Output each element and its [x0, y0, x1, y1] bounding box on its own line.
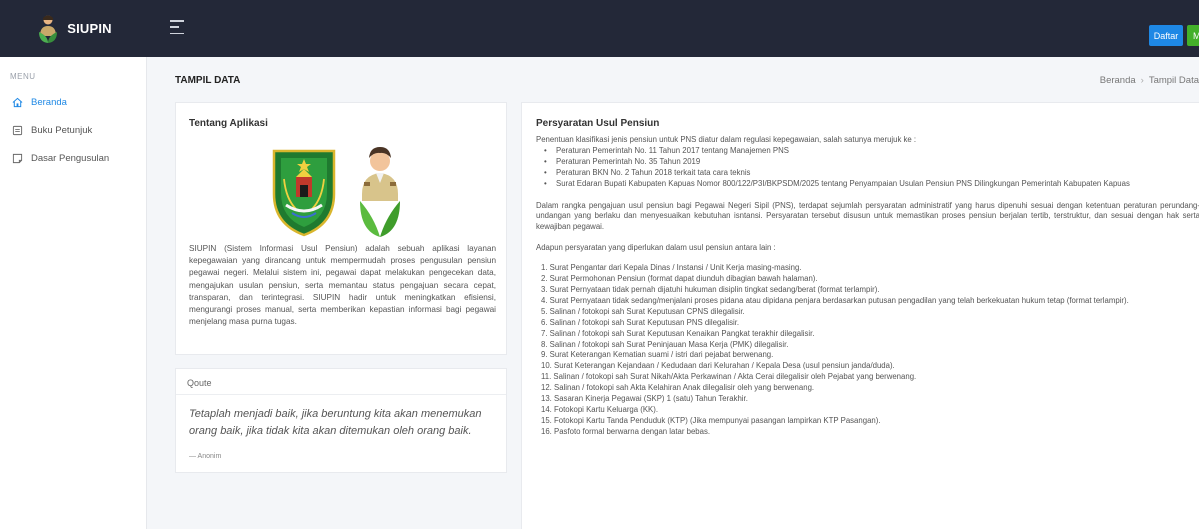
breadcrumb: Beranda › Tampil Data [1100, 75, 1199, 86]
requirements-list-intro: Adapun persyaratan yang diperlukan dalam… [536, 243, 776, 253]
sidebar-item-label: Beranda [31, 97, 67, 108]
brand[interactable]: SIUPIN [0, 0, 147, 57]
requirement-item: 7. Salinan / fotokopi sah Surat Keputusa… [541, 328, 815, 338]
quote-author: — Anonim [189, 453, 222, 460]
requirement-item: 8. Salinan / fotokopi sah Surat Peninjau… [541, 339, 789, 349]
regulation-item: Peraturan BKN No. 2 Tahun 2018 terkait t… [542, 168, 1199, 179]
about-description: SIUPIN (Sistem Informasi Usul Pensiun) a… [189, 244, 496, 327]
requirement-item: 14. Fotokopi Kartu Keluarga (KK). [541, 404, 659, 414]
sidebar-item-buku-petunjuk[interactable]: Buku Petunjuk [12, 125, 92, 136]
login-button[interactable]: Masuk [1187, 25, 1199, 46]
page-title: TAMPIL DATA [175, 75, 241, 86]
regulation-item: Peraturan Pemerintah No. 11 Tahun 2017 t… [542, 146, 1199, 157]
requirement-item: 12. Salinan / fotokopi sah Akta Kelahira… [541, 383, 815, 393]
book-icon [12, 125, 23, 136]
requirement-item: 11. Salinan / fotokopi sah Surat Nikah/A… [541, 372, 917, 382]
requirement-item: 16. Pasfoto formal berwarna dengan latar… [541, 426, 711, 436]
requirement-item: 15. Fotokopi Kartu Tanda Penduduk (KTP) … [541, 415, 881, 425]
requirement-item: 10. Surat Keterangan Kejandaan / Kedudaa… [541, 361, 895, 371]
requirements-title: Persyaratan Usul Pensiun [536, 118, 660, 129]
quote-header: Qoute [176, 369, 506, 395]
sidebar-item-label: Dasar Pengusulan [31, 153, 110, 164]
requirements-paragraph: Dalam rangka pengajuan usul pensiun bagi… [536, 200, 1199, 232]
sidebar-item-label: Buku Petunjuk [31, 125, 93, 136]
quote-text: Tetaplah menjadi baik, jika beruntung ki… [189, 408, 482, 437]
brand-name: SIUPIN [67, 21, 112, 36]
breadcrumb-current: Tampil Data [1148, 75, 1199, 86]
breadcrumb-separator-icon: › [1140, 75, 1144, 86]
sidebar-item-beranda[interactable]: Beranda [12, 97, 67, 108]
regional-emblem-icon [272, 149, 336, 237]
quote-card: Qoute Tetaplah menjadi baik, jika berunt… [175, 368, 507, 473]
requirements-intro: Penentuan klasifikasi jenis pensiun untu… [536, 135, 917, 144]
requirement-item: 13. Sasaran Kinerja Pegawai (SKP) 1 (sat… [541, 394, 748, 404]
requirement-item: 1. Surat Pengantar dari Kepala Dinas / I… [541, 263, 802, 273]
menu-toggle-icon[interactable] [170, 20, 184, 34]
regulation-item: Surat Edaran Bupati Kabupaten Kapuas Nom… [542, 179, 1199, 190]
requirement-list: 1. Surat Pengantar dari Kepala Dinas / I… [536, 263, 1199, 438]
requirement-item: 3. Surat Pernyataan tidak pernah dijatuh… [541, 284, 880, 294]
about-card: Tentang Aplikasi SIUPIN (Sistem Informas… [175, 102, 507, 355]
home-icon [12, 97, 23, 108]
requirement-item: 6. Salinan / fotokopi sah Surat Keputusa… [541, 317, 740, 327]
about-title: Tentang Aplikasi [189, 118, 268, 129]
civil-servant-figure-icon [360, 147, 400, 237]
breadcrumb-home[interactable]: Beranda [1100, 75, 1136, 86]
register-button[interactable]: Daftar [1149, 25, 1183, 46]
requirement-item: 9. Surat Keterangan Kematian suami / ist… [541, 350, 774, 360]
requirements-body: Penentuan klasifikasi jenis pensiun untu… [536, 135, 1199, 438]
top-navbar: SIUPIN Daftar Masuk [0, 0, 1199, 57]
requirements-card: Persyaratan Usul Pensiun Penentuan klasi… [521, 102, 1199, 529]
regulation-list: Peraturan Pemerintah No. 11 Tahun 2017 t… [536, 146, 1199, 190]
menu-label: MENU [10, 72, 36, 81]
sidebar: MENU Beranda Buku Petunjuk Dasar Pengusu… [0, 57, 147, 529]
requirement-item: 5. Salinan / fotokopi sah Surat Keputusa… [541, 306, 745, 316]
app-illustration [272, 147, 400, 237]
regulation-item: Peraturan Pemerintah No. 35 Tahun 2019 [542, 157, 1199, 168]
requirement-item: 2. Surat Permohonan Pensiun (format dapa… [541, 274, 818, 284]
requirement-item: 4. Surat Pernyataan tidak sedang/menjala… [541, 295, 1129, 305]
sidebar-item-dasar-pengusulan[interactable]: Dasar Pengusulan [12, 153, 109, 164]
document-icon [12, 153, 23, 164]
brand-logo-icon [39, 15, 58, 43]
